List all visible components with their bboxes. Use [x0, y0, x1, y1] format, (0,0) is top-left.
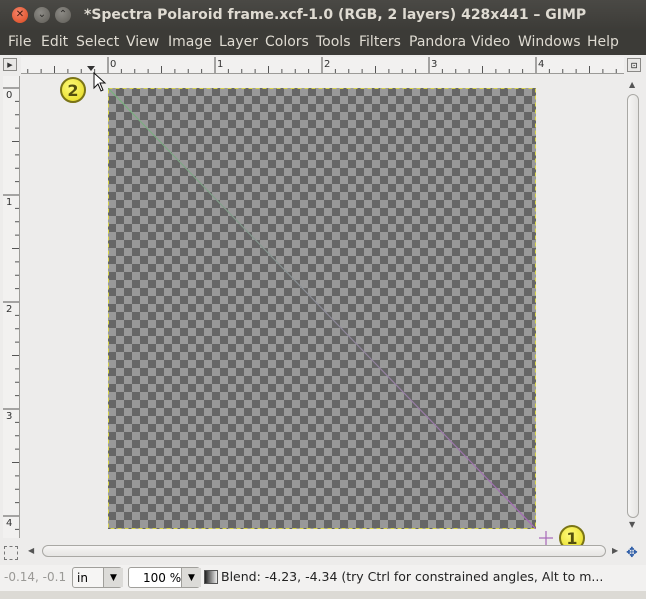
ruler-position-marker [87, 66, 95, 71]
vruler-label-3: 3 [6, 411, 12, 422]
hruler-label-1: 1 [217, 59, 223, 70]
statusbar: -0.14, -0.1 in ▼ 100 % ▼ Blend: -4.23, -… [0, 565, 646, 591]
menubar: File Edit Select View Image Layer Colors… [0, 31, 646, 55]
image-menu-button[interactable]: ▶ [3, 58, 17, 71]
close-icon[interactable]: ✕ [12, 7, 28, 23]
vruler-label-1: 1 [6, 197, 12, 208]
horizontal-ruler[interactable]: 0 1 2 3 4 [21, 57, 624, 74]
menu-edit[interactable]: Edit [41, 34, 68, 50]
chevron-down-icon[interactable]: ▼ [181, 568, 201, 587]
vertical-ruler[interactable]: 0 1 2 3 4 [3, 76, 20, 538]
scroll-down-icon[interactable]: ▼ [629, 520, 635, 529]
pointer-coordinates: -0.14, -0.1 [4, 570, 67, 584]
status-message: Blend: -4.23, -4.34 (try Ctrl for constr… [221, 569, 604, 584]
menu-video[interactable]: Video [471, 34, 510, 50]
quick-mask-toggle-icon[interactable] [4, 546, 18, 560]
menu-layer[interactable]: Layer [219, 34, 258, 50]
menu-help[interactable]: Help [587, 34, 619, 50]
minimize-icon[interactable]: ⌄ [34, 7, 50, 23]
vertical-scroll-thumb[interactable] [627, 94, 639, 518]
menu-image[interactable]: Image [168, 34, 212, 50]
unit-selector[interactable]: in ▼ [72, 567, 123, 588]
navigate-icon[interactable]: ✥ [626, 545, 638, 561]
zoom-value[interactable]: 100 % [143, 571, 181, 585]
horizontal-scroll-thumb[interactable] [42, 545, 606, 557]
scroll-right-icon[interactable]: ▶ [612, 546, 618, 555]
vruler-label-2: 2 [6, 304, 12, 315]
hruler-label-4: 4 [538, 59, 544, 70]
window-titlebar: ✕ ⌄ ⌃ *Spectra Polaroid frame.xcf-1.0 (R… [0, 0, 646, 31]
window-title: *Spectra Polaroid frame.xcf-1.0 (RGB, 2 … [84, 7, 587, 23]
window-bottom-border [0, 591, 646, 599]
image-canvas[interactable] [108, 88, 536, 529]
zoom-fit-icon[interactable]: ⊡ [627, 58, 641, 72]
chevron-down-icon[interactable]: ▼ [103, 568, 123, 587]
menu-tools[interactable]: Tools [316, 34, 351, 50]
vruler-label-4: 4 [6, 518, 12, 529]
menu-file[interactable]: File [8, 34, 31, 50]
menu-filters[interactable]: Filters [359, 34, 401, 50]
mouse-pointer-icon [93, 72, 107, 92]
vertical-scrollbar[interactable]: ▲ ▼ [627, 80, 639, 532]
maximize-icon[interactable]: ⌃ [55, 7, 71, 23]
callout-marker-2: 2 [60, 77, 86, 103]
vruler-label-0: 0 [6, 90, 12, 101]
menu-colors[interactable]: Colors [265, 34, 309, 50]
menu-select[interactable]: Select [76, 34, 119, 50]
menu-pandora[interactable]: Pandora [409, 34, 466, 50]
unit-value: in [77, 571, 88, 585]
zoom-selector[interactable]: 100 % ▼ [128, 567, 201, 588]
menu-windows[interactable]: Windows [518, 34, 581, 50]
scroll-up-icon[interactable]: ▲ [629, 80, 635, 89]
horizontal-scrollbar[interactable]: ◀ ▶ [28, 543, 620, 559]
hruler-label-0: 0 [110, 59, 116, 70]
hruler-label-2: 2 [324, 59, 330, 70]
blend-tool-icon [204, 570, 218, 584]
scroll-left-icon[interactable]: ◀ [28, 546, 34, 555]
hruler-label-3: 3 [431, 59, 437, 70]
menu-view[interactable]: View [126, 34, 159, 50]
